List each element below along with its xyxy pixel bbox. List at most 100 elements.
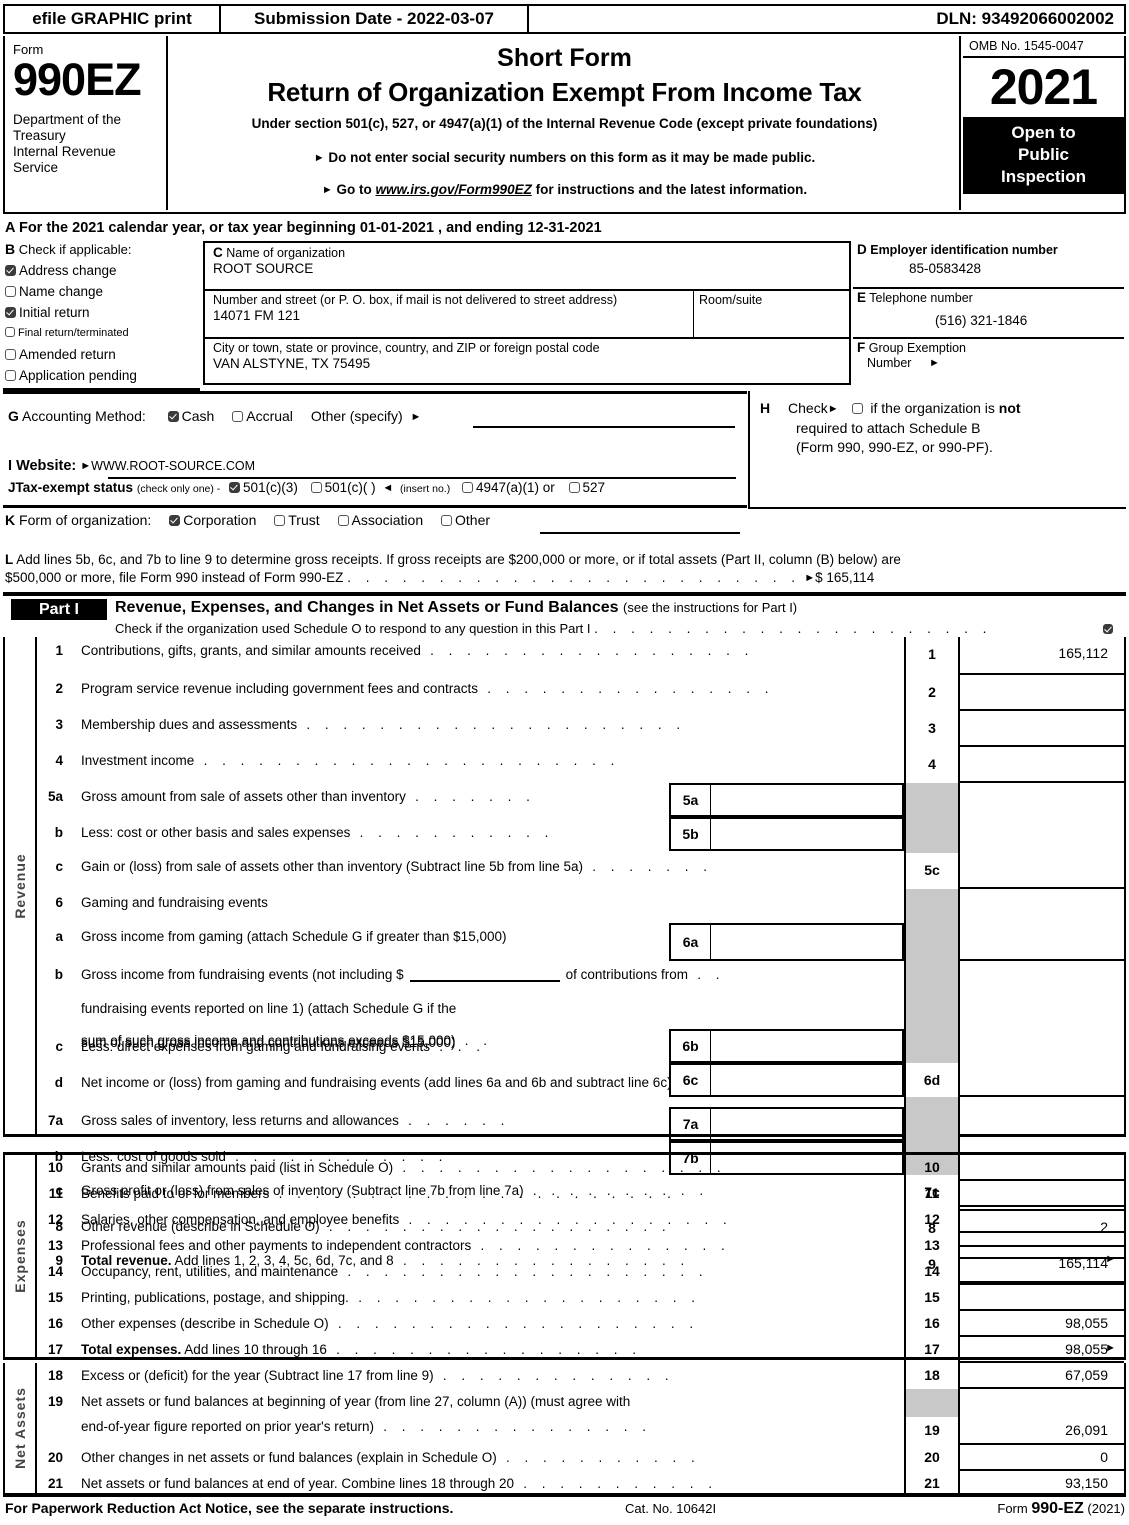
checkbox-name-change[interactable]: Name change [5,284,201,299]
inline-blank-rule[interactable] [409,980,560,982]
line-number: 11 [48,1186,63,1201]
section-j-tax-exempt-status: JTax-exempt status (check only one) - 50… [8,480,605,495]
checkbox-icon[interactable] [461,482,473,493]
subline-value[interactable] [711,1031,902,1061]
subline-value[interactable] [711,1065,902,1095]
checkbox-initial-return[interactable]: Initial return [5,305,201,320]
line-number: b [54,825,63,840]
line-description-text: Other changes in net assets or fund bala… [81,1450,497,1465]
line-number: 14 [47,1264,63,1279]
amount-cell[interactable] [960,675,1124,711]
accounting-other-input-rule[interactable] [473,426,735,428]
checkbox-icon[interactable] [337,515,349,526]
checkbox-icon[interactable] [568,482,580,493]
line-number-box-4: 4 [904,747,960,783]
line-number-box-16: 16 [904,1311,960,1337]
checkbox-icon[interactable] [229,482,241,493]
subline-value[interactable] [711,819,902,849]
checkbox-schedule-o[interactable] [1103,621,1116,636]
checkbox-other-org[interactable]: Other [441,512,490,528]
schedule-b-text-2: required to attach Schedule B [796,420,981,436]
amount-cell[interactable] [960,711,1124,747]
line-number-box-11: 11 [904,1181,960,1207]
checkbox-corporation[interactable]: Corporation [169,512,256,528]
checkbox-icon[interactable] [5,307,16,318]
checkbox-icon[interactable] [169,515,181,526]
checkbox-icon[interactable] [5,265,16,276]
checkbox-final-return-terminated[interactable]: Final return/terminated [5,326,201,341]
checkbox-icon[interactable] [5,286,16,297]
shaded-cell [904,1389,960,1417]
section-b-title: Check if applicable: [18,242,132,257]
checkbox-label: Amended return [19,347,116,362]
amount-cell[interactable] [960,1259,1124,1285]
amount-cell[interactable]: 98,055 [960,1311,1124,1337]
amount-cell[interactable] [960,1233,1124,1259]
subline-value[interactable] [711,785,902,815]
arrow-right-icon: ► [804,572,816,584]
amount-cell[interactable]: 67,059 [960,1363,1124,1389]
irs-url-link[interactable]: www.irs.gov/Form990EZ [376,182,532,197]
subline-number: 5b [671,819,711,849]
line-number [37,1001,71,1029]
amount-cell[interactable] [960,1207,1124,1233]
checkbox-icon[interactable] [5,370,16,381]
checkbox-icon[interactable] [1103,624,1113,634]
checkbox-icon[interactable] [5,327,15,337]
checkbox-icon[interactable] [310,482,322,493]
telephone-value[interactable]: (516) 321-1846 [857,313,1124,328]
subline-box-6a: 6a [669,923,904,961]
website-value[interactable]: WWW.ROOT-SOURCE.COM [91,459,255,473]
checkbox-icon[interactable] [5,349,16,360]
subline-value[interactable] [711,925,902,959]
amount-cell[interactable]: 0 [960,1445,1124,1471]
section-l-key: L [5,552,14,567]
city-value[interactable]: VAN ALSTYNE, TX 75495 [213,356,849,371]
checkbox-icon[interactable] [852,403,864,414]
leader-dots: . . . . . . . . . . . . . . . . . . . . … [347,570,801,585]
checkbox-trust[interactable]: Trust [274,512,320,528]
checkbox-icon[interactable] [441,515,452,526]
checkbox-address-change[interactable]: Address change [5,263,201,278]
amount-cell[interactable] [960,1285,1124,1311]
checkbox-icon[interactable] [232,411,244,422]
checkbox-527[interactable]: 527 [568,480,605,495]
checkbox-label: Corporation [183,512,257,528]
checkbox-association[interactable]: Association [337,512,423,528]
checkbox-label: Application pending [19,368,137,383]
organization-name-value[interactable]: ROOT SOURCE [213,261,849,276]
section-k-key: K [5,512,16,528]
checkbox-501c3[interactable]: 501(c)(3) [229,480,298,495]
ein-value[interactable]: 85-0583428 [857,261,1124,276]
checkbox-icon[interactable] [274,515,286,526]
amount-cell[interactable]: 165,112 [960,637,1124,675]
line-description-text: Grants and similar amounts paid (list in… [81,1160,394,1175]
amount-cell[interactable] [960,853,1124,889]
line-number-box-17: 17 [904,1337,960,1363]
checkbox-501c[interactable]: 501(c)( ) [310,480,376,495]
line-number: 16 [47,1316,63,1331]
amount-cell[interactable] [960,747,1124,783]
amount-cell[interactable]: 98,055 [960,1337,1124,1363]
submission-date-label: Submission Date - 2022-03-07 [221,6,529,32]
amount-cell[interactable] [960,1181,1124,1207]
checkbox-application-pending[interactable]: Application pending [5,368,201,383]
section-g-key: G [8,408,19,424]
amount-cell[interactable] [960,1063,1124,1097]
line-number: 5a [47,789,63,804]
checkbox-4947a1[interactable]: 4947(a)(1) or [461,480,555,495]
form-of-organization-other-rule[interactable] [540,532,740,534]
amount-cell[interactable] [960,1155,1124,1181]
checkbox-cash[interactable]: Cash [167,408,214,424]
amount-cell[interactable]: 26,091 [960,1417,1124,1445]
checkbox-accrual[interactable]: Accrual [232,408,293,424]
check-only-one-note: (check only one) - [136,483,221,495]
amount-cell[interactable]: 93,150 [960,1471,1124,1497]
street-value[interactable]: 14071 FM 121 [213,308,693,323]
checkbox-icon[interactable] [167,411,179,422]
subline-value[interactable] [711,1109,902,1139]
arrow-right-icon: ► [80,460,92,472]
checkbox-amended-return[interactable]: Amended return [5,347,201,362]
street-label: Number and street (or P. O. box, if mail… [213,293,618,307]
part-1-title-note: (see the instructions for Part I) [623,600,798,615]
